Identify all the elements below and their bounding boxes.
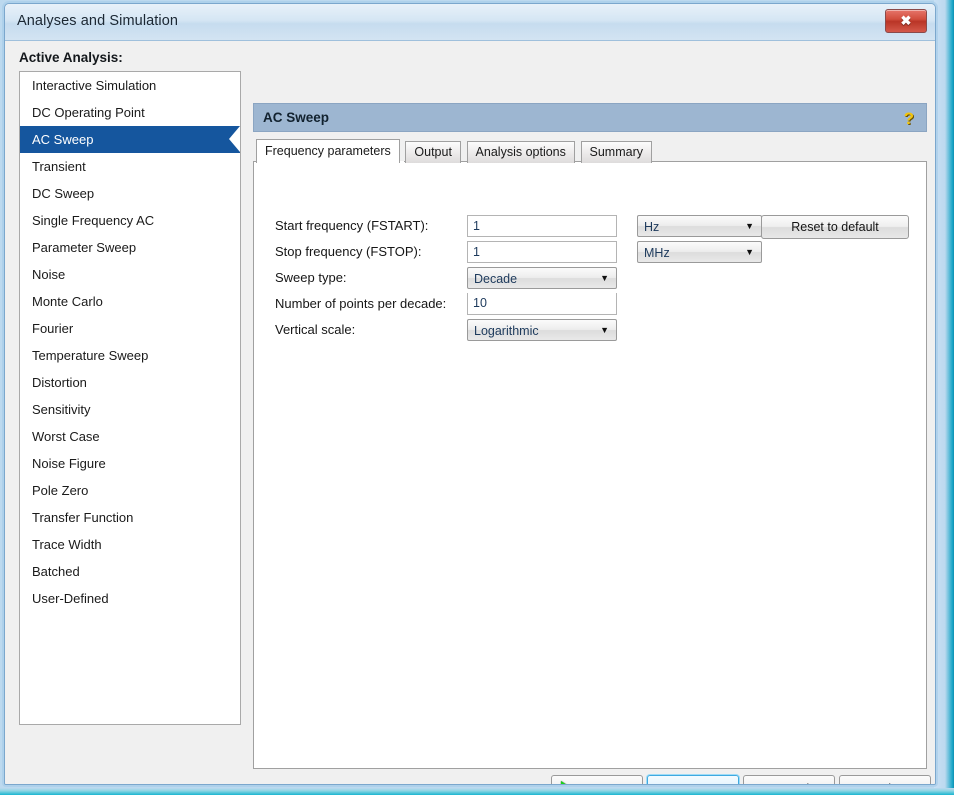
analyses-and-simulation-dialog: Analyses and Simulation ✖ Active Analysi…	[4, 3, 936, 785]
list-item[interactable]: Parameter Sweep	[20, 234, 240, 261]
help-button[interactable]: Help	[839, 775, 931, 784]
close-button[interactable]: ✖	[885, 9, 927, 33]
sweep-type-row: Sweep type: Decade ▼	[275, 267, 915, 291]
list-item[interactable]: Transient	[20, 153, 240, 180]
chevron-down-icon: ▼	[745, 247, 754, 257]
list-item-selected[interactable]: AC Sweep	[20, 126, 240, 153]
tab-analysis-options[interactable]: Analysis options	[466, 141, 575, 163]
chevron-down-icon: ▼	[600, 273, 609, 283]
start-frequency-input[interactable]: 1	[467, 215, 617, 237]
desktop-background: Analyses and Simulation ✖ Active Analysi…	[0, 0, 954, 795]
dialog-body: Active Analysis: Interactive Simulation …	[5, 41, 935, 784]
stop-frequency-row: Stop frequency (FSTOP): 1 MHz ▼	[275, 241, 915, 265]
list-item[interactable]: Single Frequency AC	[20, 207, 240, 234]
list-item[interactable]: Interactive Simulation	[20, 72, 240, 99]
tab-summary[interactable]: Summary	[580, 141, 652, 163]
start-frequency-unit-value: Hz	[644, 220, 660, 234]
stop-frequency-unit-combo[interactable]: MHz ▼	[637, 241, 762, 263]
vertical-scale-row: Vertical scale: Logarithmic ▼	[275, 319, 915, 343]
list-item[interactable]: Sensitivity	[20, 396, 240, 423]
start-frequency-unit-combo[interactable]: Hz ▼	[637, 215, 762, 237]
list-item[interactable]: Noise	[20, 261, 240, 288]
sweep-type-value: Decade	[474, 272, 518, 286]
sweep-type-combo[interactable]: Decade ▼	[467, 267, 617, 289]
pane-header: AC Sweep ?	[253, 103, 927, 132]
close-icon: ✖	[900, 13, 912, 28]
list-item[interactable]: Temperature Sweep	[20, 342, 240, 369]
cancel-button[interactable]: Cancel	[743, 775, 835, 784]
list-item[interactable]: Batched	[20, 558, 240, 585]
points-per-decade-label: Number of points per decade:	[275, 296, 447, 311]
stop-frequency-input[interactable]: 1	[467, 241, 617, 263]
list-item[interactable]: DC Sweep	[20, 180, 240, 207]
title-bar: Analyses and Simulation ✖	[5, 4, 935, 41]
reset-to-default-button[interactable]: Reset to default	[761, 215, 909, 239]
frequency-parameters-panel: Start frequency (FSTART): 1 Hz ▼ Stop fr…	[253, 161, 927, 769]
vertical-scale-label: Vertical scale:	[275, 322, 356, 337]
stop-frequency-label: Stop frequency (FSTOP):	[275, 244, 422, 259]
desktop-right-strip	[934, 0, 954, 795]
vertical-scale-combo[interactable]: Logarithmic ▼	[467, 319, 617, 341]
list-item[interactable]: Monte Carlo	[20, 288, 240, 315]
tab-frequency-parameters[interactable]: Frequency parameters	[256, 139, 400, 163]
desktop-bottom-strip	[0, 788, 954, 795]
tabstrip: Frequency parameters Output Analysis opt…	[253, 139, 927, 163]
list-item[interactable]: DC Operating Point	[20, 99, 240, 126]
analysis-list[interactable]: Interactive Simulation DC Operating Poin…	[19, 71, 241, 725]
help-question-icon[interactable]: ?	[904, 106, 914, 131]
list-item[interactable]: User-Defined	[20, 585, 240, 612]
stop-frequency-unit-value: MHz	[644, 246, 670, 260]
points-per-decade-input[interactable]: 10	[467, 293, 617, 315]
list-item[interactable]: Fourier	[20, 315, 240, 342]
window-title: Analyses and Simulation	[17, 13, 179, 29]
play-icon	[561, 781, 573, 784]
run-button-label: Run	[582, 776, 638, 784]
active-analysis-label: Active Analysis:	[19, 50, 123, 65]
sweep-type-label: Sweep type:	[275, 270, 347, 285]
list-item[interactable]: Distortion	[20, 369, 240, 396]
list-item[interactable]: Pole Zero	[20, 477, 240, 504]
list-item[interactable]: Transfer Function	[20, 504, 240, 531]
run-rest: un	[607, 781, 621, 784]
vertical-scale-value: Logarithmic	[474, 324, 539, 338]
save-button[interactable]: Save	[647, 775, 739, 784]
start-frequency-label: Start frequency (FSTART):	[275, 218, 429, 233]
list-item[interactable]: Noise Figure	[20, 450, 240, 477]
list-item[interactable]: Worst Case	[20, 423, 240, 450]
run-button[interactable]: Run	[551, 775, 643, 784]
chevron-down-icon: ▼	[600, 325, 609, 335]
list-item[interactable]: Trace Width	[20, 531, 240, 558]
pane-title: AC Sweep	[263, 110, 330, 125]
tab-output[interactable]: Output	[405, 141, 461, 163]
analysis-settings-pane: AC Sweep ? Frequency parameters Output A…	[253, 103, 927, 769]
points-per-decade-row: Number of points per decade: 10	[275, 293, 915, 317]
chevron-down-icon: ▼	[745, 221, 754, 231]
